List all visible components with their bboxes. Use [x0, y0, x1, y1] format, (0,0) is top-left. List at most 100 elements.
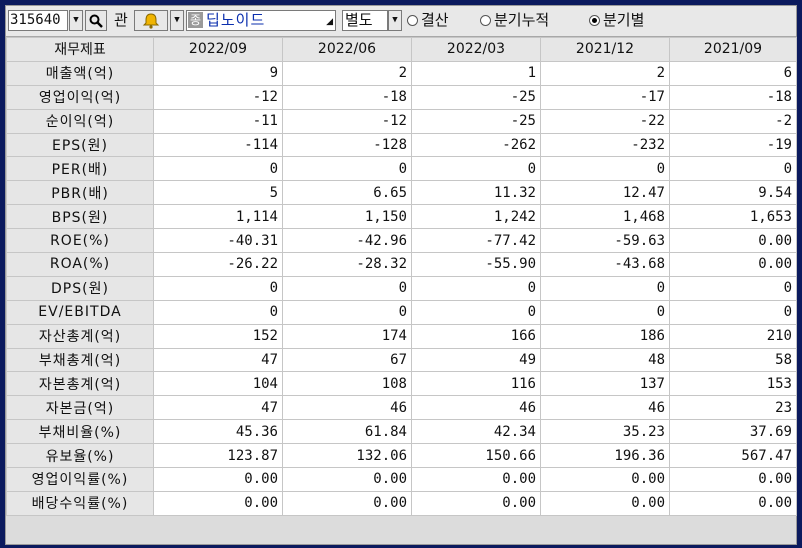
- gwan-label: 관: [114, 11, 128, 29]
- value-cell: 0.00: [153, 467, 283, 492]
- value-cell: 0.00: [411, 490, 541, 516]
- radio-quarterly[interactable]: 분기별: [589, 10, 644, 31]
- value-cell: 174: [282, 323, 412, 349]
- table-row[interactable]: 순이익(억) -11 -12 -25 -22 -2: [6, 108, 797, 134]
- row-label: BPS(원): [6, 204, 154, 230]
- value-cell: 567.47: [669, 443, 797, 469]
- value-cell: -18: [282, 84, 412, 110]
- value-cell: 0.00: [411, 467, 541, 492]
- table-row[interactable]: ROE(%) -40.31 -42.96 -77.42 -59.63 0.00: [6, 228, 797, 254]
- row-label: 자본금(억): [6, 395, 154, 421]
- row-label: 배당수익률(%): [6, 490, 154, 516]
- value-cell: 0.00: [540, 490, 670, 516]
- value-cell: 47: [153, 395, 283, 421]
- row-label: EPS(원): [6, 132, 154, 158]
- value-cell: 0.00: [282, 490, 412, 516]
- table-row[interactable]: 영업이익(억) -12 -18 -25 -17 -18: [6, 84, 797, 110]
- table-row[interactable]: 매출액(억) 9 2 1 2 6: [6, 60, 797, 86]
- table-row[interactable]: BPS(원) 1,114 1,150 1,242 1,468 1,653: [6, 204, 797, 230]
- value-cell: 2: [540, 60, 670, 86]
- value-cell: 9: [153, 60, 283, 86]
- basis-select[interactable]: 별도: [342, 10, 388, 31]
- table-row[interactable]: 부채총계(억) 47 67 49 48 58: [6, 347, 797, 373]
- value-cell: 5: [153, 180, 283, 206]
- value-cell: 0: [153, 156, 283, 182]
- radio-quarter-cumulative-label: 분기누적: [494, 11, 550, 29]
- value-cell: -25: [411, 84, 541, 110]
- table-row[interactable]: 부채비율(%) 45.36 61.84 42.34 35.23 37.69: [6, 419, 797, 445]
- value-cell: 47: [153, 347, 283, 373]
- table-row[interactable]: 자본금(억) 47 46 46 46 23: [6, 395, 797, 421]
- period-header[interactable]: 2022/09: [153, 37, 283, 62]
- table-header-row: 재무제표 2022/09 2022/06 2022/03 2021/12 202…: [6, 37, 797, 62]
- value-cell: 123.87: [153, 443, 283, 469]
- company-name-field[interactable]: 종 딥노이드 ◢: [186, 10, 336, 31]
- table-row[interactable]: 유보율(%) 123.87 132.06 150.66 196.36 567.47: [6, 443, 797, 469]
- basis-dropdown-button[interactable]: ▼: [388, 10, 402, 31]
- table-row[interactable]: 자본총계(억) 104 108 116 137 153: [6, 371, 797, 397]
- bell-icon[interactable]: [134, 10, 168, 31]
- financial-table: 재무제표 2022/09 2022/06 2022/03 2021/12 202…: [6, 37, 797, 516]
- value-cell: -12: [153, 84, 283, 110]
- value-cell: 0: [411, 275, 541, 301]
- value-cell: 1,468: [540, 204, 670, 230]
- radio-quarterly-dot: [589, 15, 600, 26]
- period-header[interactable]: 2021/12: [540, 37, 670, 62]
- code-dropdown-button[interactable]: ▼: [69, 10, 83, 31]
- table-row[interactable]: 자산총계(억) 152 174 166 186 210: [6, 323, 797, 349]
- radio-settlement[interactable]: 결산: [407, 10, 449, 31]
- stock-code-input[interactable]: 315640: [8, 10, 68, 31]
- value-cell: -114: [153, 132, 283, 158]
- company-name: 딥노이드: [206, 11, 266, 29]
- value-cell: 6.65: [282, 180, 412, 206]
- row-label: ROE(%): [6, 228, 154, 254]
- row-label: 부채비율(%): [6, 419, 154, 445]
- value-cell: 48: [540, 347, 670, 373]
- radio-quarter-cumulative-dot: [480, 15, 491, 26]
- value-cell: 108: [282, 371, 412, 397]
- value-cell: -2: [669, 108, 797, 134]
- value-cell: 1: [411, 60, 541, 86]
- value-cell: 196.36: [540, 443, 670, 469]
- table-row[interactable]: PER(배) 0 0 0 0 0: [6, 156, 797, 182]
- alert-dropdown-button[interactable]: ▼: [170, 10, 184, 31]
- table-row[interactable]: 배당수익률(%) 0.00 0.00 0.00 0.00 0.00: [6, 490, 797, 516]
- row-label: 자산총계(억): [6, 323, 154, 349]
- table-row[interactable]: EPS(원) -114 -128 -262 -232 -19: [6, 132, 797, 158]
- value-cell: -12: [282, 108, 412, 134]
- radio-quarter-cumulative[interactable]: 분기누적: [480, 10, 549, 31]
- value-cell: 0.00: [153, 490, 283, 516]
- value-cell: 46: [411, 395, 541, 421]
- value-cell: 137: [540, 371, 670, 397]
- table-row[interactable]: EV/EBITDA 0 0 0 0 0: [6, 299, 797, 325]
- value-cell: -59.63: [540, 228, 670, 254]
- search-icon[interactable]: [85, 10, 107, 31]
- row-label: PBR(배): [6, 180, 154, 206]
- row-label: 매출액(억): [6, 60, 154, 86]
- value-cell: 0: [282, 299, 412, 325]
- row-label: 영업이익(억): [6, 84, 154, 110]
- value-cell: -28.32: [282, 252, 412, 277]
- value-cell: 1,242: [411, 204, 541, 230]
- table-row[interactable]: 영업이익률(%) 0.00 0.00 0.00 0.00 0.00: [6, 467, 797, 492]
- value-cell: 0: [282, 275, 412, 301]
- value-cell: -26.22: [153, 252, 283, 277]
- period-header[interactable]: 2021/09: [669, 37, 797, 62]
- period-header[interactable]: 2022/03: [411, 37, 541, 62]
- period-header[interactable]: 2022/06: [282, 37, 412, 62]
- value-cell: -22: [540, 108, 670, 134]
- value-cell: 0.00: [669, 252, 797, 277]
- value-cell: 0.00: [669, 467, 797, 492]
- value-cell: 35.23: [540, 419, 670, 445]
- table-row[interactable]: ROA(%) -26.22 -28.32 -55.90 -43.68 0.00: [6, 252, 797, 277]
- row-label: 영업이익률(%): [6, 467, 154, 492]
- value-cell: -25: [411, 108, 541, 134]
- value-cell: 132.06: [282, 443, 412, 469]
- value-cell: 186: [540, 323, 670, 349]
- table-row[interactable]: PBR(배) 5 6.65 11.32 12.47 9.54: [6, 180, 797, 206]
- value-cell: 37.69: [669, 419, 797, 445]
- value-cell: 61.84: [282, 419, 412, 445]
- table-row[interactable]: DPS(원) 0 0 0 0 0: [6, 275, 797, 301]
- value-cell: 2: [282, 60, 412, 86]
- value-cell: 0: [669, 299, 797, 325]
